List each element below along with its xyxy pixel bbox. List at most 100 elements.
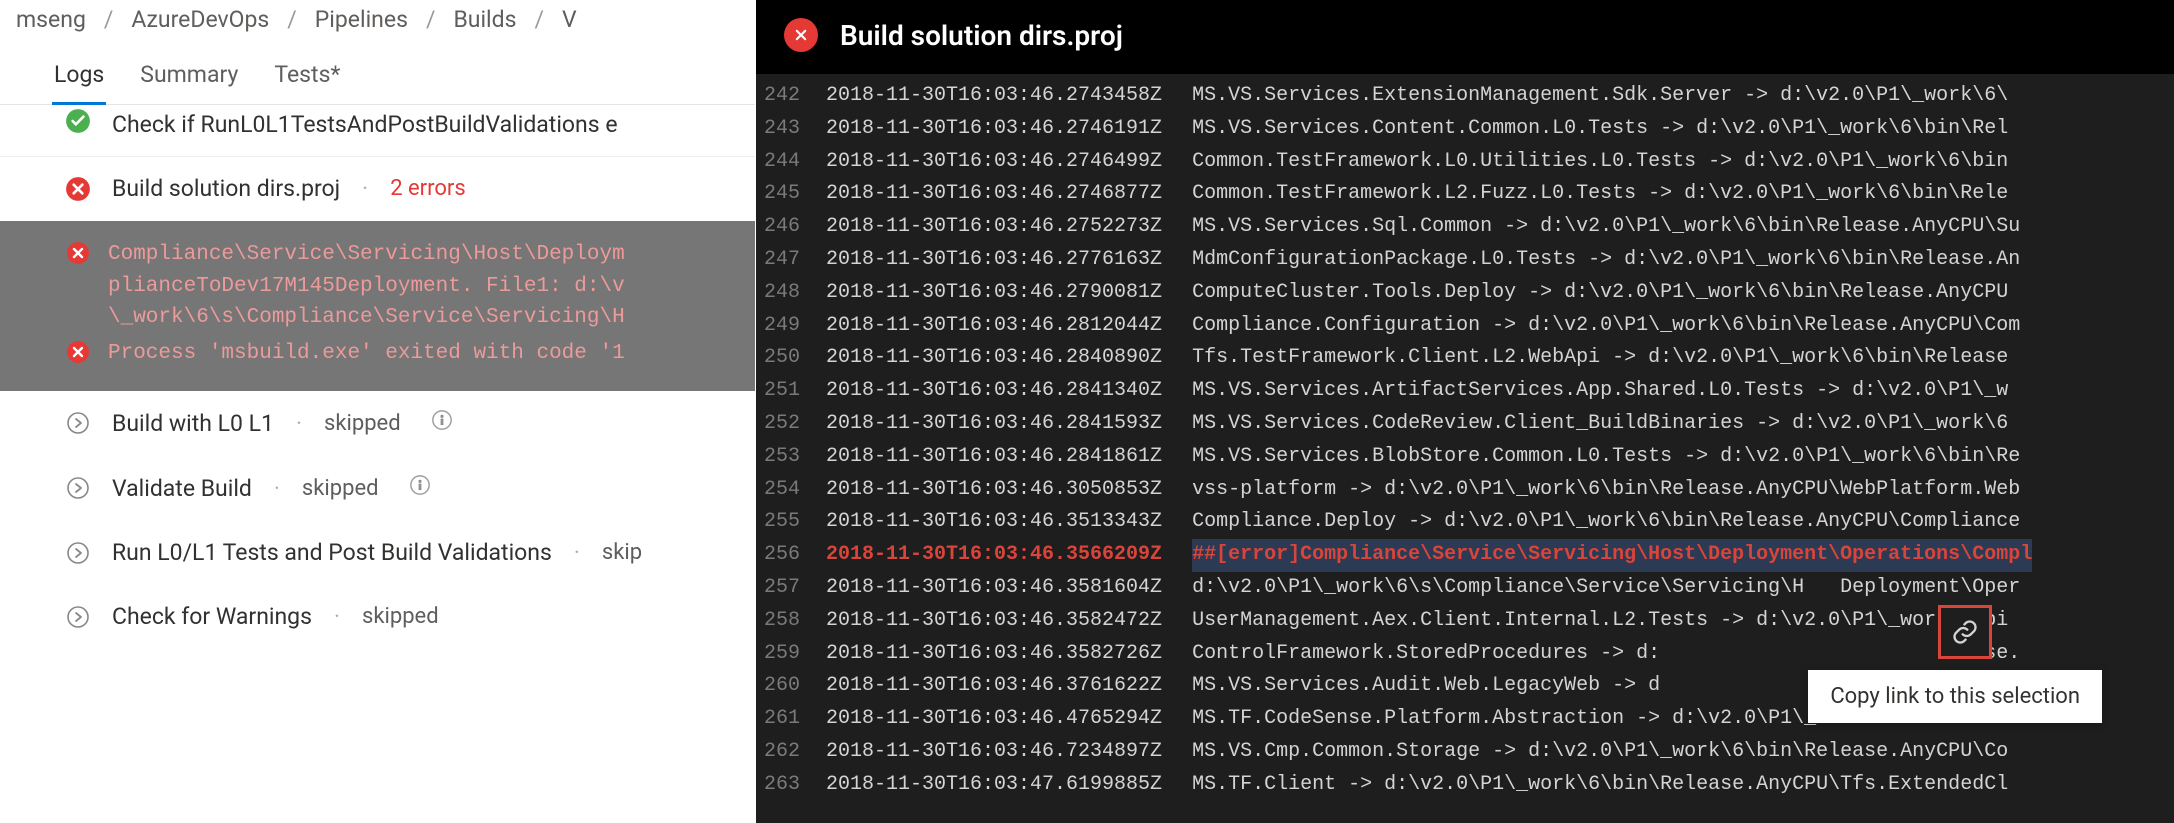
step-build-dirsproj[interactable]: Build solution dirs.proj · 2 errors — [0, 157, 755, 221]
dot: · — [270, 475, 284, 502]
breadcrumb-sep: / — [104, 6, 114, 33]
log-line[interactable]: 2472018-11-30T16:03:46.2776163ZMdmConfig… — [756, 244, 2174, 277]
timestamp: 2018-11-30T16:03:46.2812044Z — [826, 310, 1192, 343]
line-number: 252 — [756, 408, 826, 441]
crumb-builds[interactable]: Builds — [453, 6, 516, 33]
log-line[interactable]: 2462018-11-30T16:03:46.2752273ZMS.VS.Ser… — [756, 211, 2174, 244]
line-number: 260 — [756, 670, 826, 703]
line-number: 256 — [756, 539, 826, 572]
log-line[interactable]: 2512018-11-30T16:03:46.2841340ZMS.VS.Ser… — [756, 375, 2174, 408]
tab-tests[interactable]: Tests* — [272, 47, 342, 104]
timestamp: 2018-11-30T16:03:46.2746191Z — [826, 113, 1192, 146]
log-line[interactable]: 2442018-11-30T16:03:46.2746499ZCommon.Te… — [756, 146, 2174, 179]
line-number: 254 — [756, 474, 826, 507]
log-message: MS.VS.Services.CodeReview.Client_BuildBi… — [1192, 408, 2008, 441]
log-line[interactable]: 2422018-11-30T16:03:46.2743458ZMS.VS.Ser… — [756, 80, 2174, 113]
error-icon — [64, 338, 92, 366]
log-message: Common.TestFramework.L0.Utilities.L0.Tes… — [1192, 146, 2008, 179]
log-header: Build solution dirs.proj — [756, 0, 2174, 74]
chevron-right-icon — [64, 474, 92, 502]
line-number: 243 — [756, 113, 826, 146]
log-line[interactable]: 2542018-11-30T16:03:46.3050853Zvss-platf… — [756, 474, 2174, 507]
log-line[interactable]: 2622018-11-30T16:03:46.7234897ZMS.VS.Cmp… — [756, 736, 2174, 769]
line-number: 242 — [756, 80, 826, 113]
link-icon — [1951, 618, 1979, 646]
log-message: ControlFramework.StoredProcedures -> d: … — [1192, 638, 2020, 671]
log-line[interactable]: 2432018-11-30T16:03:46.2746191ZMS.VS.Ser… — [756, 113, 2174, 146]
log-line[interactable]: 2572018-11-30T16:03:46.3581604Zd:\v2.0\P… — [756, 572, 2174, 605]
log-message: MS.VS.Services.ExtensionManagement.Sdk.S… — [1192, 80, 2008, 113]
line-number: 250 — [756, 342, 826, 375]
timestamp: 2018-11-30T16:03:46.2841340Z — [826, 375, 1192, 408]
timestamp: 2018-11-30T16:03:46.2790081Z — [826, 277, 1192, 310]
log-message: Tfs.TestFramework.Client.L2.WebApi -> d:… — [1192, 342, 2008, 375]
info-icon[interactable] — [409, 474, 431, 502]
line-number: 251 — [756, 375, 826, 408]
left-pane: mseng/ AzureDevOps/ Pipelines/ Builds/ V… — [0, 0, 756, 823]
timestamp: 2018-11-30T16:03:46.2746499Z — [826, 146, 1192, 179]
log-line[interactable]: 2492018-11-30T16:03:46.2812044ZComplianc… — [756, 310, 2174, 343]
log-message: MS.VS.Services.Content.Common.L0.Tests -… — [1192, 113, 2008, 146]
step-run-l0l1-tests[interactable]: Run L0/L1 Tests and Post Build Validatio… — [0, 521, 755, 585]
log-title: Build solution dirs.proj — [840, 19, 1123, 52]
line-number: 263 — [756, 769, 826, 802]
step-name: Check for Warnings — [112, 603, 312, 630]
tabs: Logs Summary Tests* — [0, 47, 755, 105]
crumb-mseng[interactable]: mseng — [16, 6, 86, 33]
step-status: skipped — [302, 476, 379, 501]
crumb-azuredevops[interactable]: AzureDevOps — [131, 6, 269, 33]
line-number: 258 — [756, 605, 826, 638]
log-message: UserManagement.Aex.Client.Internal.L2.Te… — [1192, 605, 2008, 638]
info-icon[interactable] — [431, 409, 453, 437]
step-check-l0l1[interactable]: Check if RunL0L1TestsAndPostBuildValidat… — [0, 105, 755, 157]
timestamp: 2018-11-30T16:03:46.3582472Z — [826, 605, 1192, 638]
breadcrumb-sep: / — [534, 6, 544, 33]
log-message: MS.VS.Services.BlobStore.Common.L0.Tests… — [1192, 441, 2020, 474]
dot: · — [330, 603, 344, 630]
log-message: MS.VS.Services.ArtifactServices.App.Shar… — [1192, 375, 2008, 408]
log-line[interactable]: 2532018-11-30T16:03:46.2841861ZMS.VS.Ser… — [756, 441, 2174, 474]
timestamp: 2018-11-30T16:03:46.2841861Z — [826, 441, 1192, 474]
dot: · — [292, 410, 306, 437]
step-status: skipped — [324, 411, 401, 436]
step-validate-build[interactable]: Validate Build · skipped — [0, 456, 755, 521]
error-icon — [784, 18, 818, 52]
log-message: Common.TestFramework.L2.Fuzz.L0.Tests ->… — [1192, 178, 2008, 211]
log-message: Compliance.Deploy -> d:\v2.0\P1\_work\6\… — [1192, 506, 2020, 539]
log-line[interactable]: 2552018-11-30T16:03:46.3513343ZComplianc… — [756, 506, 2174, 539]
tab-summary[interactable]: Summary — [138, 47, 240, 104]
log-message: MdmConfigurationPackage.L0.Tests -> d:\v… — [1192, 244, 2020, 277]
log-line[interactable]: 2632018-11-30T16:03:47.6199885ZMS.TF.Cli… — [756, 769, 2174, 802]
crumb-last[interactable]: V — [562, 6, 577, 33]
log-line[interactable]: 2452018-11-30T16:03:46.2746877ZCommon.Te… — [756, 178, 2174, 211]
error-line[interactable]: Process 'msbuild.exe' exited with code '… — [64, 338, 735, 370]
tab-logs[interactable]: Logs — [52, 47, 106, 104]
timestamp: 2018-11-30T16:03:46.2743458Z — [826, 80, 1192, 113]
log-line[interactable]: 2502018-11-30T16:03:46.2840890ZTfs.TestF… — [756, 342, 2174, 375]
log-line[interactable]: 2562018-11-30T16:03:46.3566209Z##[error]… — [756, 539, 2174, 572]
line-number: 249 — [756, 310, 826, 343]
step-errors-block[interactable]: Compliance\Service\Servicing\Host\Deploy… — [0, 221, 755, 391]
step-check-warnings[interactable]: Check for Warnings · skipped — [0, 585, 755, 649]
step-build-l0l1[interactable]: Build with L0 L1 · skipped — [0, 391, 755, 456]
crumb-pipelines[interactable]: Pipelines — [315, 6, 408, 33]
line-number: 246 — [756, 211, 826, 244]
timestamp: 2018-11-30T16:03:46.3761622Z — [826, 670, 1192, 703]
line-number: 262 — [756, 736, 826, 769]
log-pane: Build solution dirs.proj 2422018-11-30T1… — [756, 0, 2174, 823]
log-line[interactable]: 2482018-11-30T16:03:46.2790081ZComputeCl… — [756, 277, 2174, 310]
timestamp: 2018-11-30T16:03:46.4765294Z — [826, 703, 1192, 736]
error-icon — [64, 239, 92, 267]
error-text: Process 'msbuild.exe' exited with code '… — [108, 338, 625, 370]
dot: · — [570, 539, 584, 566]
success-icon — [64, 107, 92, 135]
dot: · — [358, 175, 372, 202]
timestamp: 2018-11-30T16:03:46.2776163Z — [826, 244, 1192, 277]
copy-link-button[interactable] — [1938, 605, 1992, 659]
log-line[interactable]: 2522018-11-30T16:03:46.2841593ZMS.VS.Ser… — [756, 408, 2174, 441]
line-number: 248 — [756, 277, 826, 310]
step-name: Validate Build — [112, 475, 252, 502]
log-message: Compliance.Configuration -> d:\v2.0\P1\_… — [1192, 310, 2020, 343]
line-number: 253 — [756, 441, 826, 474]
error-line[interactable]: Compliance\Service\Servicing\Host\Deploy… — [64, 239, 735, 334]
